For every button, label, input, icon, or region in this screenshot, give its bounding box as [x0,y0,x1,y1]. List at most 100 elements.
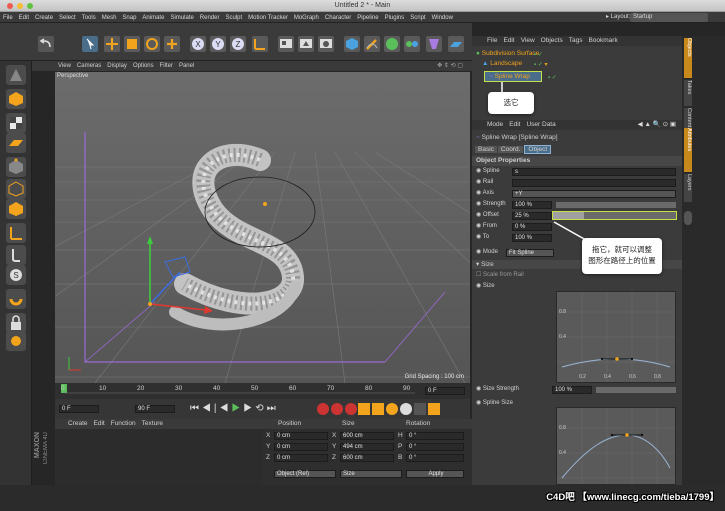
key-scale-icon[interactable] [372,403,385,415]
menu-script[interactable]: Script [407,15,428,21]
zoom-window-button[interactable] [27,3,33,9]
viewport-menu-display[interactable]: Display [104,63,130,69]
scale-icon[interactable] [124,36,140,52]
prev-frame-icon[interactable]: ◀ [220,403,232,414]
object-visibility-icons[interactable]: ▪ ✓ [534,51,543,58]
y-axis-lock-icon[interactable]: Y [210,36,226,52]
material-menu-texture[interactable]: Texture [139,420,166,427]
subdivision-icon[interactable] [384,36,400,52]
start-frame-field[interactable]: 0 F [59,405,99,413]
tab-coord[interactable]: Coord. [497,146,524,153]
workplane-mode-icon[interactable] [6,133,26,153]
position-x-field[interactable]: 0 cm [274,432,328,440]
play-icon[interactable]: ▶ [231,403,243,414]
3d-viewport[interactable]: Perspective Grid Spacing : 100 cm [55,72,470,383]
objects-menu-edit[interactable]: Edit [500,37,517,44]
viewport-navigation-icon[interactable]: ✥ ⇕ ⟲ ▢ [434,61,466,71]
menu-window[interactable]: Window [429,15,456,21]
offset-slider[interactable] [552,211,677,220]
material-menu-function[interactable]: Function [108,420,139,427]
rotate-icon[interactable] [144,36,160,52]
viewport-menu-view[interactable]: View [32,63,74,69]
spline-point[interactable] [263,202,267,206]
menu-create[interactable]: Create [32,15,56,21]
close-window-button[interactable] [7,3,13,9]
tab-layers-vertical[interactable]: Layers [684,174,692,202]
tweak-mode-icon[interactable] [6,245,26,265]
next-frame-icon[interactable]: ▶ [243,403,255,414]
attr-menu-edit[interactable]: Edit [506,121,523,128]
size-y-field[interactable]: 494 cm [340,443,394,451]
rail-link-field[interactable] [512,179,676,187]
key-position-icon[interactable] [358,403,371,415]
timeline-ruler[interactable]: 0 10 20 30 40 50 60 70 80 90 0 F [55,383,470,399]
render-view-icon[interactable] [278,36,294,52]
timeline-window-icon[interactable] [427,403,440,415]
deformer-icon[interactable] [426,36,442,52]
strength-field[interactable]: 100 % [512,201,552,209]
object-visibility-icons[interactable]: ▪ ✓ ▾ [534,61,548,68]
menu-file[interactable]: File [0,15,16,21]
texture-mode-icon[interactable] [6,113,26,133]
pen-spline-icon[interactable] [364,36,380,52]
from-field[interactable]: 0 % [512,223,552,231]
objects-menu-bookmark[interactable]: Bookmark [585,37,620,44]
model-mode-icon[interactable] [6,89,26,109]
keyframe-selection-icon[interactable] [344,403,357,415]
attr-menu-user-data[interactable]: User Data [523,121,558,128]
position-z-field[interactable]: 0 cm [274,454,328,462]
axis-mode-icon[interactable] [6,223,26,243]
current-frame-field[interactable]: 0 F [425,387,465,395]
menu-mograph[interactable]: MoGraph [291,15,322,21]
loop-icon[interactable]: ⟲ [255,403,266,414]
viewport-menu-cameras[interactable]: Cameras [74,63,104,69]
cloner-icon[interactable] [404,36,420,52]
autokey-icon[interactable] [330,403,343,415]
attr-scrollbar[interactable] [684,211,692,225]
add-icon[interactable] [164,36,180,52]
attr-menu-mode[interactable]: Mode [484,121,506,128]
spline-link-field[interactable]: s [512,168,676,176]
size-x-field[interactable]: 600 cm [340,432,394,440]
polygons-mode-icon[interactable] [6,199,26,219]
key-pla-icon[interactable] [413,403,426,415]
key-param-icon[interactable] [399,403,412,415]
rotation-b-field[interactable]: 0 ° [406,454,464,462]
render-settings-icon[interactable] [318,36,334,52]
to-field[interactable]: 100 % [512,234,552,242]
position-y-field[interactable]: 0 cm [274,443,328,451]
attr-nav-icons[interactable]: ◀ ▲ 🔍 ⊙ ▣ [638,120,676,130]
viewport-menu-options[interactable]: Options [130,63,157,69]
size-mode-dropdown[interactable]: Size [340,470,402,478]
size-curve-graph[interactable]: 0.8 0.4 0.2 0.4 0.6 0.8 [556,291,676,383]
menu-animate[interactable]: Animate [139,15,167,21]
material-menu-create[interactable]: Create [65,420,91,427]
menu-plugins[interactable]: Plugins [382,15,408,21]
viewport-menu-filter[interactable]: Filter [157,63,176,69]
viewport-menu-panel[interactable]: Panel [176,63,197,69]
size-strength-field[interactable]: 100 % [552,386,592,394]
tab-basic[interactable]: Basic [475,146,497,153]
menu-render[interactable]: Render [197,15,223,21]
cube-icon[interactable] [344,36,360,52]
menu-simulate[interactable]: Simulate [167,15,196,21]
snap-icon[interactable]: S [6,265,26,285]
magnet-icon[interactable] [6,289,26,309]
axis-dropdown[interactable]: +Y [512,190,676,198]
move-axis-icon[interactable] [104,36,120,52]
menu-sculpt[interactable]: Sculpt [222,15,245,21]
move-tool-icon[interactable] [82,36,98,52]
goto-start-icon[interactable]: ⏮ [190,403,202,414]
menu-motion-tracker[interactable]: Motion Tracker [245,15,291,21]
tab-attributes-vertical[interactable]: Attributes [684,128,692,172]
floor-icon[interactable] [448,36,464,52]
offset-field[interactable]: 25 % [512,212,552,220]
undo-icon[interactable] [38,36,54,52]
objects-menu-file[interactable]: File [484,37,500,44]
rotation-h-field[interactable]: 0 ° [406,432,464,440]
object-row-landscape[interactable]: ▲ Landscape [482,60,680,69]
minimize-window-button[interactable] [17,3,23,9]
mode-dropdown[interactable]: Fit Spline [506,249,554,257]
object-visibility-icons[interactable]: ▪ ✓ [548,74,557,81]
end-frame-field[interactable]: 90 F [135,405,175,413]
